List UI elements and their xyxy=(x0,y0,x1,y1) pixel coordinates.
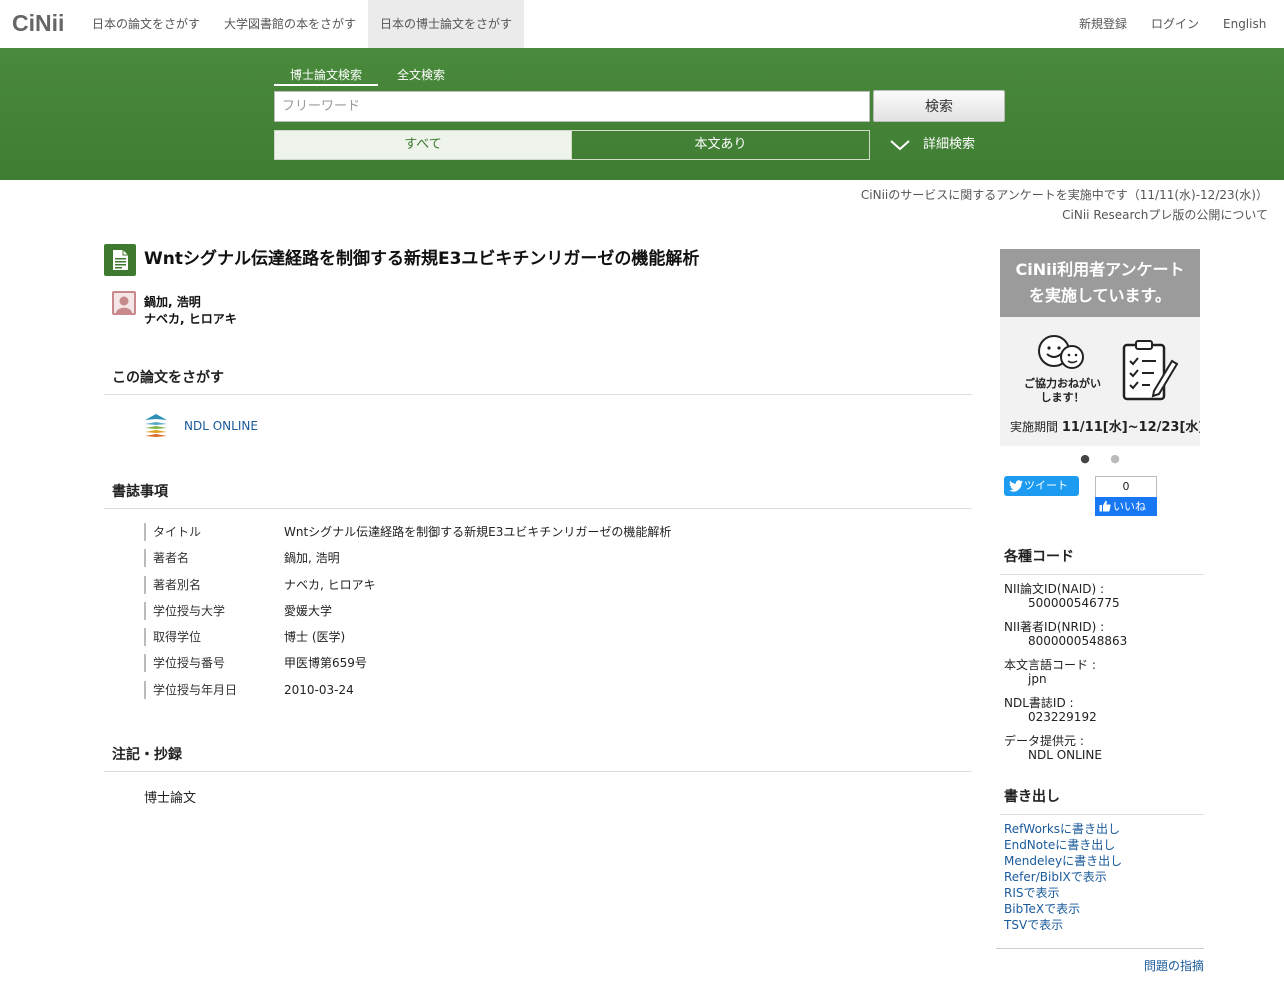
section-heading-notes: 注記・抄録 xyxy=(104,744,972,772)
code-value: 8000000548863 xyxy=(1028,634,1128,648)
filter-all-button[interactable]: すべて xyxy=(274,130,572,160)
export-ris-link[interactable]: RISで表示 xyxy=(1004,884,1060,901)
bib-label: 学位授与大学 xyxy=(144,602,225,620)
filter-fulltext-button[interactable]: 本文あり xyxy=(571,130,870,160)
bib-label: 取得学位 xyxy=(144,628,201,646)
ndl-online-link[interactable]: NDL ONLINE xyxy=(184,419,258,433)
code-value: 023229192 xyxy=(1028,710,1097,724)
bib-value: 愛媛大学 xyxy=(284,604,333,618)
export-refer-link[interactable]: Refer/BibIXで表示 xyxy=(1004,868,1107,885)
tweet-button[interactable]: ツイート xyxy=(1004,476,1079,496)
clipboard-checklist-icon xyxy=(1122,340,1179,401)
research-notice-link[interactable]: CiNii Researchプレ版の公開について xyxy=(1062,206,1268,223)
svg-text:CiNii: CiNii xyxy=(12,10,64,36)
code-label: NDL書誌ID : xyxy=(1004,696,1074,710)
login-link[interactable]: ログイン xyxy=(1151,0,1199,48)
nav-tab-books[interactable]: 大学図書館の本をさがす xyxy=(212,0,368,48)
register-link[interactable]: 新規登録 xyxy=(1079,0,1127,48)
search-input[interactable] xyxy=(274,91,870,122)
survey-banner[interactable]: CiNii利用者アンケート を実施しています。 ご協力おねがい します！ 実施期… xyxy=(1000,249,1200,446)
search-button[interactable]: 検索 xyxy=(873,90,1005,122)
note-text: 博士論文 xyxy=(144,791,197,806)
bib-label: 学位授与年月日 xyxy=(144,681,237,699)
banner-period-value: 11/11[水]~12/23[水] xyxy=(1061,420,1200,435)
export-endnote-link[interactable]: EndNoteに書き出し xyxy=(1004,836,1115,853)
code-value: jpn xyxy=(1028,672,1047,686)
search-band: 博士論文検索 全文検索 検索 すべて 本文あり 詳細検索 xyxy=(0,48,1284,180)
banner-request-line-2: します！ xyxy=(1040,391,1085,404)
banner-period: 実施期間 11/11[水]~12/23[水] xyxy=(1010,416,1200,435)
tab-thesis-search[interactable]: 博士論文検索 xyxy=(290,66,362,86)
code-label: データ提供元 : xyxy=(1004,734,1084,748)
document-icon xyxy=(104,244,136,276)
chat-bubbles-icon xyxy=(1038,335,1084,369)
bib-label: 著者別名 xyxy=(144,576,201,594)
active-tab-indicator xyxy=(274,84,378,86)
survey-notice-link[interactable]: CiNiiのサービスに関するアンケートを実施中です（11/11(水)-12/23… xyxy=(861,186,1268,203)
section-heading-find: この論文をさがす xyxy=(104,367,972,395)
nav-tab-dissertations[interactable]: 日本の博士論文をさがす xyxy=(368,0,524,48)
like-count: 0 xyxy=(1095,476,1157,497)
nav-tab-articles[interactable]: 日本の論文をさがす xyxy=(80,0,212,48)
author-name-link[interactable]: 鍋加, 浩明 xyxy=(144,293,201,310)
bib-label: 学位授与番号 xyxy=(144,654,225,672)
paper-title: Wntシグナル伝達経路を制御する新規E3ユビキチンリガーゼの機能解析 xyxy=(144,249,700,269)
code-label: NII著者ID(NRID) : xyxy=(1004,620,1105,634)
carousel-dot-active[interactable]: ● xyxy=(1080,453,1090,464)
export-heading: 書き出し xyxy=(1000,786,1204,815)
author-avatar-icon xyxy=(112,291,136,315)
banner-line-1: CiNii利用者アンケート xyxy=(1015,260,1185,279)
export-tsv-link[interactable]: TSVで表示 xyxy=(1004,916,1063,933)
bib-label: 著者名 xyxy=(144,549,189,567)
code-label: NII論文ID(NAID) : xyxy=(1004,582,1105,596)
code-label: 本文言語コード : xyxy=(1004,658,1096,672)
advanced-search-label: 詳細検索 xyxy=(923,137,976,152)
code-value: NDL ONLINE xyxy=(1028,748,1102,762)
carousel-dot[interactable]: ● xyxy=(1110,453,1120,464)
thumbs-up-icon xyxy=(1099,500,1111,512)
chevron-down-icon xyxy=(890,140,910,151)
export-refworks-link[interactable]: RefWorksに書き出し xyxy=(1004,820,1120,837)
bib-value: 2010-03-24 xyxy=(284,683,354,697)
cinii-logo[interactable]: CiNii xyxy=(12,8,64,38)
top-navigation: CiNii 日本の論文をさがす 大学図書館の本をさがす 日本の博士論文をさがす … xyxy=(0,0,1284,48)
banner-period-label: 実施期間 xyxy=(1010,420,1059,434)
bib-value: 甲医博第659号 xyxy=(284,656,367,670)
sidebar-divider xyxy=(996,948,1204,949)
export-bibtex-link[interactable]: BibTeXで表示 xyxy=(1004,900,1080,917)
report-problem-link[interactable]: 問題の指摘 xyxy=(1144,957,1204,974)
bib-value: Wntシグナル伝達経路を制御する新規E3ユビキチンリガーゼの機能解析 xyxy=(284,525,672,539)
tweet-label: ツイート xyxy=(1024,479,1068,492)
like-button[interactable]: いいね xyxy=(1095,497,1157,516)
like-label: いいね xyxy=(1113,500,1146,513)
banner-request-line-1: ご協力おねがい xyxy=(1024,377,1101,390)
ndl-logo-icon xyxy=(144,412,168,438)
tab-fulltext-search[interactable]: 全文検索 xyxy=(397,66,445,86)
export-mendeley-link[interactable]: Mendeleyに書き出し xyxy=(1004,852,1122,869)
twitter-bird-icon xyxy=(1009,480,1023,492)
author-kana: ナベカ, ヒロアキ xyxy=(144,312,237,326)
bib-value: 博士 (医学) xyxy=(284,630,346,644)
bib-value: ナベカ, ヒロアキ xyxy=(284,578,376,592)
bib-value: 鍋加, 浩明 xyxy=(284,551,340,565)
section-heading-bib: 書誌事項 xyxy=(104,481,972,509)
banner-line-2: を実施しています。 xyxy=(1029,286,1171,305)
banner-request: ご協力おねがい します！ xyxy=(1024,377,1101,405)
bib-label: タイトル xyxy=(144,523,201,541)
english-link[interactable]: English xyxy=(1223,0,1266,48)
banner-heading: CiNii利用者アンケート を実施しています。 xyxy=(1000,249,1200,317)
code-value: 500000546775 xyxy=(1028,596,1120,610)
codes-heading: 各種コード xyxy=(1000,546,1204,575)
